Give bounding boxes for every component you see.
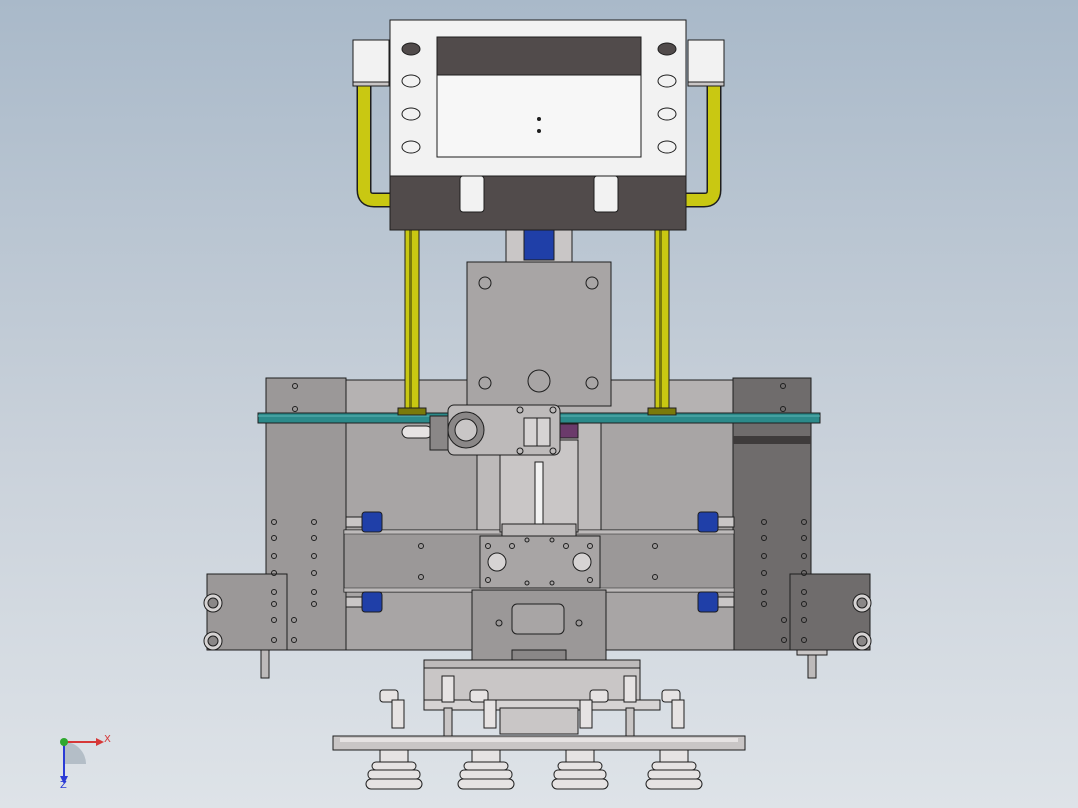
motor-housing bbox=[466, 227, 612, 407]
z-axis-label: Z bbox=[60, 780, 67, 791]
cad-viewport[interactable]: X Z bbox=[0, 0, 1078, 808]
robot-gripper-model[interactable] bbox=[0, 0, 1078, 808]
suction-cups bbox=[365, 749, 703, 790]
x-axis-label: X bbox=[104, 734, 111, 745]
axis-triad: X Z bbox=[44, 724, 124, 794]
control-box bbox=[352, 19, 725, 231]
triad-graphic bbox=[60, 738, 104, 784]
